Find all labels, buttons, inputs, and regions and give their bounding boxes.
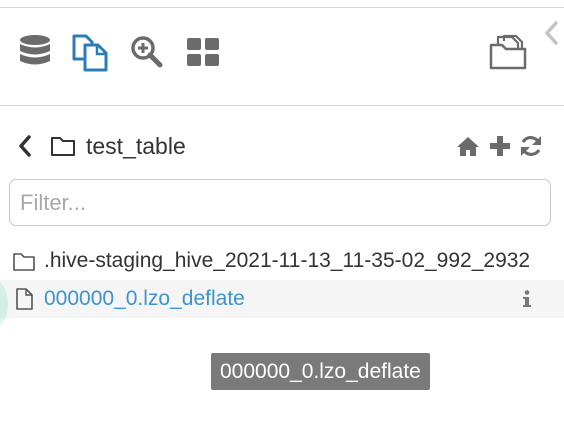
- back-button[interactable]: [14, 132, 36, 160]
- folder-icon: [51, 137, 75, 156]
- list-item-folder[interactable]: .hive-staging_hive_2021-11-13_11-35-02_9…: [0, 242, 564, 280]
- filter-input[interactable]: [9, 179, 551, 226]
- apps-button[interactable]: [184, 32, 222, 72]
- database-icon: [20, 35, 50, 65]
- folder-icon: [13, 253, 35, 271]
- search-button[interactable]: [128, 32, 166, 72]
- list-item-file[interactable]: 000000_0.lzo_deflate: [0, 280, 564, 318]
- home-button[interactable]: [455, 133, 481, 159]
- open-folder-button[interactable]: [487, 32, 531, 72]
- toolbar-divider: [0, 105, 564, 106]
- file-list: .hive-staging_hive_2021-11-13_11-35-02_9…: [0, 242, 564, 318]
- documents-icon: [72, 34, 108, 72]
- list-item-label: .hive-staging_hive_2021-11-13_11-35-02_9…: [44, 249, 531, 272]
- search-zoom-icon: [131, 36, 163, 68]
- current-folder-title: test_table: [86, 133, 186, 159]
- refresh-icon: [521, 136, 541, 156]
- file-icon: [16, 288, 33, 310]
- breadcrumb: test_table: [0, 128, 564, 164]
- chevron-left-icon: [19, 135, 31, 157]
- collapse-panel-button[interactable]: [537, 18, 564, 48]
- home-icon: [457, 137, 479, 156]
- open-folder-icon: [489, 34, 527, 70]
- top-divider: [0, 7, 564, 8]
- tooltip: 000000_0.lzo_deflate: [211, 353, 430, 390]
- info-button[interactable]: [519, 289, 535, 309]
- plus-icon: [490, 136, 510, 156]
- list-item-link[interactable]: 000000_0.lzo_deflate: [44, 285, 245, 313]
- database-button[interactable]: [16, 32, 54, 72]
- grid-apps-icon: [187, 38, 219, 66]
- add-button[interactable]: [487, 133, 513, 159]
- chevron-left-icon: [544, 21, 558, 45]
- refresh-button[interactable]: [518, 133, 544, 159]
- documents-button[interactable]: [71, 32, 109, 72]
- info-icon: [523, 290, 531, 307]
